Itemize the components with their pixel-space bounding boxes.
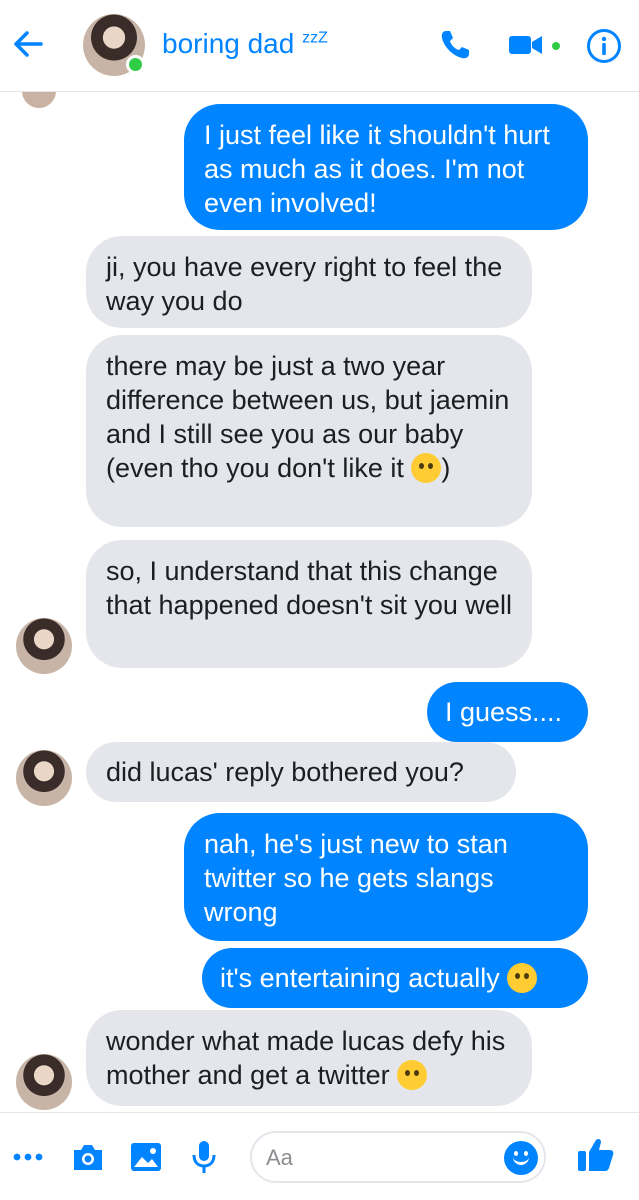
message-bubble-sent[interactable]: I guess.... — [427, 682, 588, 742]
messenger-chat-screen: boring dad zzZ I just feel like it shoul… — [0, 0, 639, 1200]
message-text: it's entertaining actually — [220, 963, 500, 993]
emoji-icon[interactable] — [504, 1141, 538, 1175]
avatar — [22, 92, 56, 108]
message-input[interactable] — [266, 1143, 486, 1173]
message-thread[interactable]: I just feel like it shouldn't hurt as mu… — [0, 92, 639, 1112]
message-bubble-received[interactable]: so, I understand that this change that h… — [86, 540, 532, 668]
message-bubble-sent[interactable]: it's entertaining actually — [202, 948, 588, 1008]
message-text: I just feel like it shouldn't hurt as mu… — [204, 120, 550, 218]
contact-name-text: boring dad — [162, 28, 295, 59]
contact-name[interactable]: boring dad zzZ — [162, 28, 328, 60]
avatar[interactable] — [16, 750, 72, 806]
chat-header: boring dad zzZ — [0, 0, 639, 92]
laughing-emoji-icon — [397, 1060, 428, 1090]
online-status-dot — [126, 55, 145, 74]
phone-icon[interactable] — [438, 28, 472, 62]
message-bubble-received[interactable]: did lucas' reply bothered you? — [86, 742, 516, 802]
message-bubble-sent[interactable]: I just feel like it shouldn't hurt as mu… — [184, 104, 588, 230]
video-camera-icon[interactable] — [508, 30, 544, 60]
back-arrow-icon[interactable] — [10, 26, 46, 62]
gallery-icon[interactable] — [128, 1139, 164, 1175]
message-bubble-received[interactable]: there may be just a two year difference … — [86, 335, 532, 527]
microphone-icon[interactable] — [186, 1139, 222, 1175]
camera-icon[interactable] — [70, 1139, 106, 1175]
avatar[interactable] — [16, 618, 72, 674]
rolling-eyes-emoji-icon — [411, 453, 442, 483]
message-bubble-sent[interactable]: nah, he's just new to stan twitter so he… — [184, 813, 588, 941]
avatar[interactable] — [16, 1054, 72, 1110]
message-bubble-received[interactable]: ji, you have every right to feel the way… — [86, 236, 532, 328]
contact-name-suffix: zzZ — [302, 29, 328, 47]
message-text-tail: ) — [441, 453, 451, 483]
message-text: wonder what made lucas defy his mother a… — [106, 1026, 506, 1090]
message-text: I guess.... — [445, 697, 563, 727]
video-available-dot — [552, 42, 560, 50]
message-composer — [0, 1112, 639, 1200]
message-text: nah, he's just new to stan twitter so he… — [204, 829, 508, 927]
thumbs-up-icon[interactable] — [576, 1135, 616, 1175]
message-text: ji, you have every right to feel the way… — [106, 252, 503, 316]
message-bubble-received[interactable]: wonder what made lucas defy his mother a… — [86, 1010, 532, 1106]
zany-face-emoji-icon — [507, 963, 538, 993]
contact-avatar[interactable] — [83, 14, 145, 76]
message-text: so, I understand that this change that h… — [106, 556, 512, 620]
message-text: did lucas' reply bothered you? — [106, 757, 464, 787]
message-input-field[interactable] — [250, 1131, 546, 1183]
info-icon[interactable] — [586, 28, 622, 64]
more-icon[interactable] — [10, 1139, 46, 1175]
